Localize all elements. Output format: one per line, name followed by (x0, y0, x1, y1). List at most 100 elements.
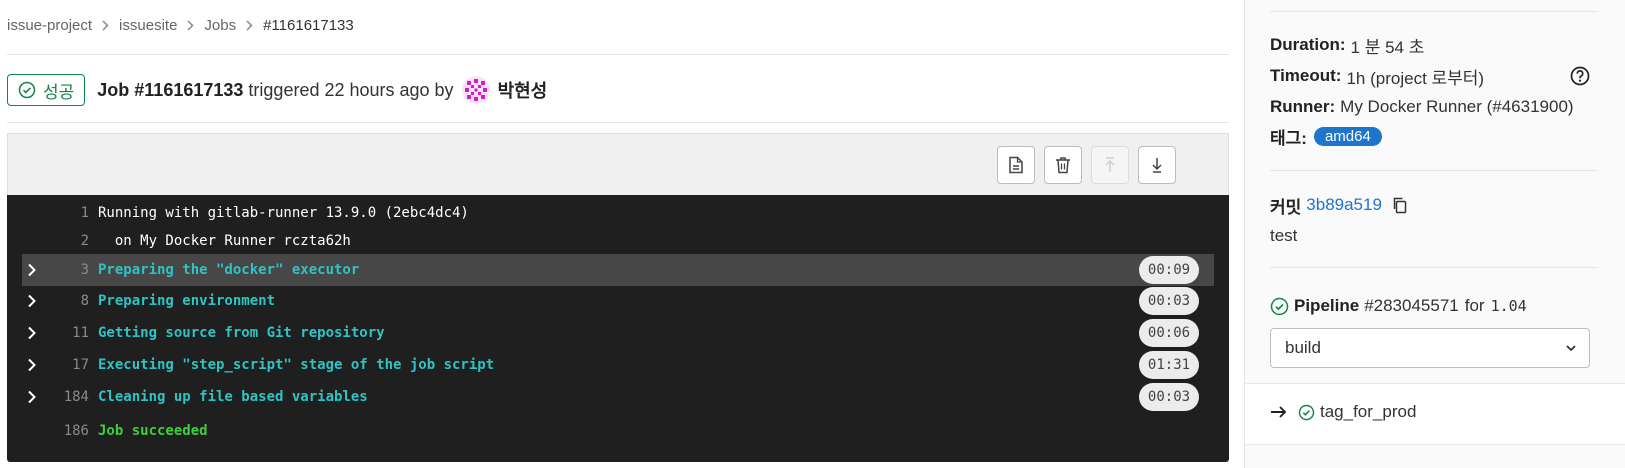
chevron-right-icon[interactable] (27, 356, 41, 374)
log-section-title: Preparing the "docker" executor (98, 262, 360, 278)
stage-select[interactable]: build (1270, 328, 1590, 368)
duration-value: 1 분 54 초 (1350, 37, 1425, 57)
document-icon (1009, 156, 1023, 174)
log-section-title: Executing "step_script" stage of the job… (98, 357, 495, 373)
section-duration-badge: 00:06 (1139, 319, 1199, 347)
pipeline-label: Pipeline (1294, 296, 1360, 315)
pipeline-ref[interactable]: 1.04 (1491, 297, 1527, 315)
chevron-right-icon[interactable] (27, 292, 41, 310)
breadcrumb-job-id[interactable]: #1161617133 (263, 17, 354, 34)
job-list-item-name: tag_for_prod (1320, 402, 1417, 421)
divider (1270, 170, 1597, 171)
commit-sha-link[interactable]: 3b89a519 (1306, 195, 1382, 215)
erase-log-button[interactable] (1044, 146, 1082, 184)
tags-label: 태그: (1270, 128, 1307, 148)
log-section-title: Cleaning up file based variables (98, 389, 368, 405)
chevron-right-icon (102, 19, 109, 31)
user-name[interactable]: 박현성 (498, 77, 548, 103)
scroll-up-icon (1105, 157, 1115, 172)
breadcrumb-jobs[interactable]: Jobs (204, 17, 236, 34)
job-log: 1 Running with gitlab-runner 13.9.0 (2eb… (7, 195, 1229, 462)
show-raw-button[interactable] (997, 146, 1035, 184)
arrow-right-icon (1271, 406, 1287, 418)
pipeline-id-link[interactable]: #283045571 (1364, 296, 1459, 316)
breadcrumb: issue-project issuesite Jobs #1161617133 (7, 14, 354, 36)
status-badge[interactable]: 성공 (7, 74, 86, 106)
chevron-right-icon[interactable] (27, 388, 41, 406)
line-number[interactable]: 2 (81, 233, 89, 249)
duration-label: Duration: (1270, 35, 1346, 54)
check-circle-icon (1270, 297, 1289, 315)
log-section-header[interactable]: 8 Preparing environment 00:03 (7, 287, 1229, 315)
check-circle-icon (18, 81, 36, 99)
line-number[interactable]: 1 (81, 205, 89, 221)
log-section-header[interactable]: 184 Cleaning up file based variables 00:… (7, 383, 1229, 411)
log-section-header[interactable]: 11 Getting source from Git repository 00… (7, 319, 1229, 347)
chevron-right-icon[interactable] (27, 261, 41, 279)
section-duration-badge: 01:31 (1139, 351, 1199, 379)
scroll-down-icon (1152, 158, 1162, 173)
line-number[interactable]: 186 (64, 423, 89, 439)
commit-label: 커밋 (1270, 197, 1302, 217)
job-triggered-text: triggered 22 hours ago by (248, 79, 454, 100)
runner-row: Runner: My Docker Runner (#4631900) (1270, 95, 1574, 119)
divider (7, 122, 1229, 123)
section-duration-badge: 00:03 (1139, 287, 1199, 315)
line-number[interactable]: 11 (72, 325, 89, 341)
log-section-header[interactable]: 17 Executing "step_script" stage of the … (7, 351, 1229, 379)
commit-message: test (1270, 226, 1298, 245)
chevron-down-icon (1566, 345, 1576, 352)
line-number[interactable]: 184 (64, 389, 89, 405)
trash-icon (1056, 157, 1070, 174)
chevron-right-icon[interactable] (27, 324, 41, 342)
timeout-value: 1h (project 로부터) (1346, 68, 1485, 88)
avatar[interactable] (461, 76, 490, 104)
commit-row: 커밋 3b89a519 (1270, 193, 1408, 217)
log-text: on My Docker Runner rczta62h (98, 233, 351, 249)
job-header: 성공 Job #1161617133 triggered 22 hours ag… (7, 74, 547, 106)
job-title: Job #1161617133 triggered 22 hours ago b… (97, 76, 547, 104)
job-succeeded-text: Job succeeded (98, 423, 208, 439)
scroll-to-top-button[interactable] (1091, 146, 1129, 184)
section-duration-badge: 00:03 (1139, 383, 1199, 411)
line-number[interactable]: 8 (81, 293, 89, 309)
job-sidebar: Duration: 1 분 54 초 Timeout: 1h (project … (1244, 0, 1625, 468)
stage-jobs-list: tag_for_prod (1245, 383, 1625, 445)
log-line: 186 Job succeeded (7, 417, 1229, 445)
tags-row: 태그: amd64 (1270, 124, 1382, 148)
log-section-title: Getting source from Git repository (98, 325, 385, 341)
breadcrumb-repo[interactable]: issuesite (119, 17, 177, 34)
job-list-item[interactable]: tag_for_prod (1270, 402, 1416, 422)
log-section-header[interactable]: 3 Preparing the "docker" executor 00:09 (22, 254, 1214, 286)
timeout-row: Timeout: 1h (project 로부터) (1270, 64, 1484, 88)
log-text: Running with gitlab-runner 13.9.0 (2ebc4… (98, 205, 469, 221)
divider (1270, 11, 1597, 12)
scroll-to-bottom-button[interactable] (1138, 146, 1176, 184)
stage-select-value: build (1285, 338, 1321, 357)
copy-icon[interactable] (1392, 196, 1408, 214)
divider (1270, 267, 1597, 268)
log-line: 1 Running with gitlab-runner 13.9.0 (2eb… (7, 199, 1229, 227)
status-label: 성공 (43, 82, 75, 102)
divider (7, 54, 1229, 55)
job-id: Job #1161617133 (97, 79, 244, 100)
runner-label: Runner: (1270, 97, 1336, 116)
check-circle-icon (1298, 404, 1315, 420)
line-number[interactable]: 17 (72, 357, 89, 373)
log-toolbar (7, 133, 1229, 195)
pipeline-for-text: for (1464, 296, 1485, 315)
timeout-label: Timeout: (1270, 66, 1342, 85)
chevron-right-icon (187, 19, 194, 31)
log-line: 2 on My Docker Runner rczta62h (7, 227, 1229, 255)
section-duration-badge: 00:09 (1139, 256, 1199, 284)
pipeline-row: Pipeline #283045571 for 1.04 (1270, 294, 1527, 318)
question-circle-icon[interactable] (1570, 66, 1590, 91)
breadcrumb-project[interactable]: issue-project (7, 17, 92, 34)
chevron-right-icon (246, 19, 253, 31)
tag-badge: amd64 (1313, 126, 1382, 146)
duration-row: Duration: 1 분 54 초 (1270, 33, 1424, 57)
runner-value: My Docker Runner (#4631900) (1340, 97, 1574, 116)
log-section-title: Preparing environment (98, 293, 276, 309)
line-number[interactable]: 3 (81, 262, 89, 278)
job-main: issue-project issuesite Jobs #1161617133… (0, 0, 1232, 468)
